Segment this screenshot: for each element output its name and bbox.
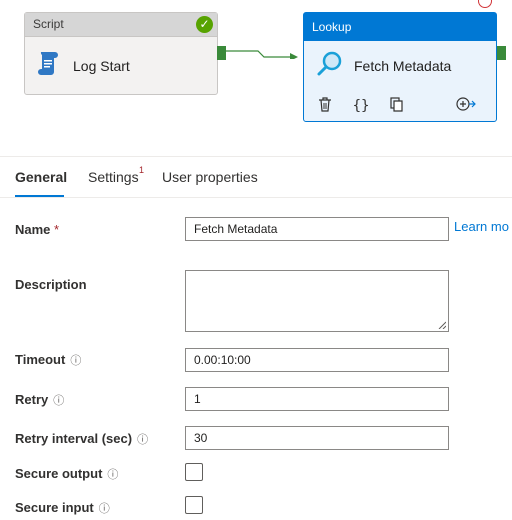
retry-interval-input[interactable]: 30 xyxy=(185,426,449,450)
info-icon[interactable]: ⓘ xyxy=(70,355,81,367)
script-output-port[interactable] xyxy=(217,46,226,60)
delete-icon[interactable] xyxy=(316,96,334,116)
add-output-icon[interactable] xyxy=(456,97,476,115)
timeout-label: Timeout ⓘ xyxy=(15,352,82,367)
lookup-node-header: Lookup xyxy=(304,13,496,41)
pipeline-canvas[interactable]: Script ✓ Log Start Lookup Fetch Metadata… xyxy=(0,0,512,152)
retry-label: Retry ⓘ xyxy=(15,392,65,407)
search-icon xyxy=(316,50,344,83)
secure-output-label: Secure output ⓘ xyxy=(15,466,119,481)
script-node-header: Script xyxy=(25,13,217,37)
tab-user-properties[interactable]: User properties xyxy=(162,169,258,185)
retry-input[interactable]: 1 xyxy=(185,387,449,411)
secure-input-checkbox[interactable] xyxy=(185,496,203,514)
secure-input-label: Secure input ⓘ xyxy=(15,500,110,515)
retry-interval-label: Retry interval (sec) ⓘ xyxy=(15,431,149,446)
active-tab-indicator xyxy=(15,195,64,197)
copy-icon[interactable] xyxy=(388,96,406,116)
description-label: Description xyxy=(15,277,87,292)
activity-connector[interactable] xyxy=(226,49,298,59)
info-icon[interactable]: ⓘ xyxy=(53,395,64,407)
lookup-activity-node[interactable]: Lookup Fetch Metadata {} xyxy=(303,12,497,122)
required-marker: * xyxy=(54,222,60,237)
description-textarea[interactable] xyxy=(185,270,449,332)
learn-more-link[interactable]: Learn mo xyxy=(454,219,509,234)
error-indicator-icon xyxy=(478,0,492,8)
lookup-output-port[interactable] xyxy=(497,46,506,60)
script-node-label: Log Start xyxy=(73,57,130,74)
script-icon xyxy=(37,50,59,81)
settings-error-badge: 1 xyxy=(139,165,145,175)
info-icon[interactable]: ⓘ xyxy=(137,434,148,446)
properties-tab-bar: General Settings 1 User properties xyxy=(0,156,512,198)
lookup-node-label: Fetch Metadata xyxy=(354,58,452,74)
info-icon[interactable]: ⓘ xyxy=(107,469,118,481)
check-icon: ✓ xyxy=(196,16,213,33)
timeout-input[interactable]: 0.00:10:00 xyxy=(185,348,449,372)
secure-output-checkbox[interactable] xyxy=(185,463,203,481)
tab-general[interactable]: General xyxy=(15,169,67,185)
info-icon[interactable]: ⓘ xyxy=(99,503,110,515)
name-label: Name * xyxy=(15,222,60,237)
code-icon[interactable]: {} xyxy=(352,98,370,114)
tab-settings[interactable]: Settings xyxy=(88,169,139,185)
script-activity-node[interactable]: Script ✓ Log Start xyxy=(24,12,218,95)
resize-handle-icon[interactable] xyxy=(438,321,446,329)
name-input[interactable]: Fetch Metadata xyxy=(185,217,449,241)
